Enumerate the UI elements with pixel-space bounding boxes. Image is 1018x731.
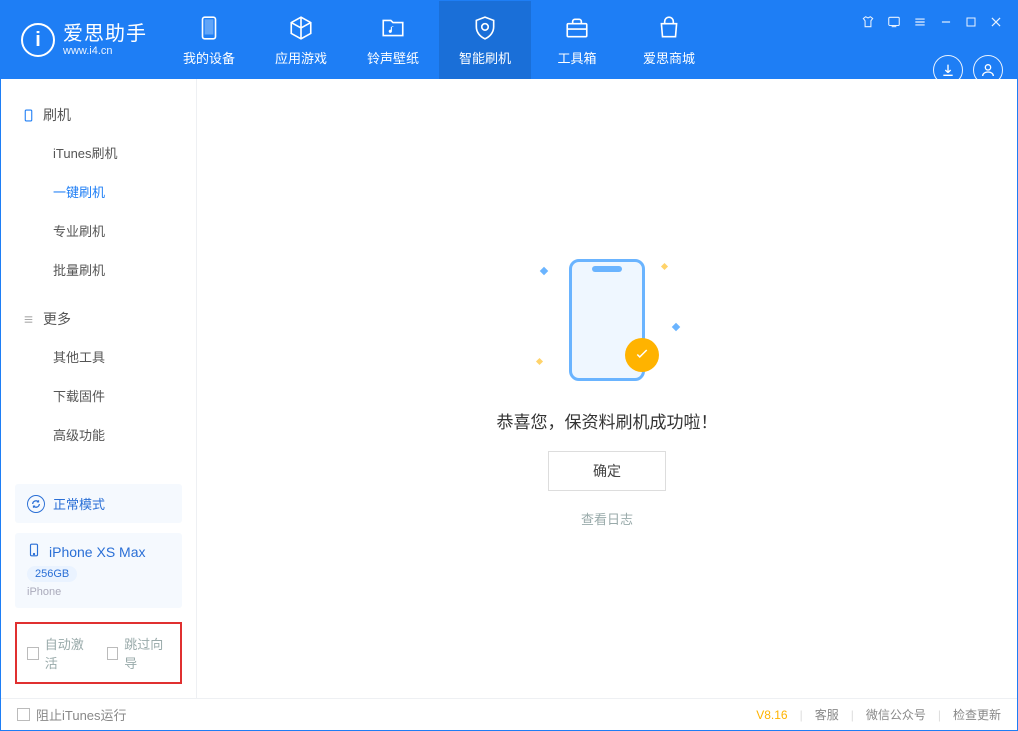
check-update-link[interactable]: 检查更新 — [953, 706, 1001, 723]
nav-tab-toolbox[interactable]: 工具箱 — [531, 1, 623, 79]
device-name: iPhone XS Max — [49, 544, 146, 560]
device-mode-label: 正常模式 — [53, 494, 105, 513]
device-icon — [27, 543, 41, 560]
bag-icon — [655, 14, 683, 42]
phone-icon — [195, 14, 223, 42]
minimize-icon[interactable] — [939, 15, 953, 29]
menu-icon[interactable] — [913, 15, 927, 29]
header-controls — [861, 15, 1003, 29]
ok-button[interactable]: 确定 — [548, 451, 666, 491]
options-highlight-box: 自动激活 跳过向导 — [15, 622, 182, 684]
device-type: iPhone — [27, 586, 170, 598]
wechat-link[interactable]: 微信公众号 — [866, 706, 926, 723]
feedback-icon[interactable] — [887, 15, 901, 29]
app-subtitle: www.i4.cn — [63, 45, 147, 57]
success-illustration — [537, 250, 677, 390]
nav-tab-flash[interactable]: 智能刷机 — [439, 1, 531, 79]
nav-label: 工具箱 — [557, 48, 596, 67]
checkbox-icon — [107, 647, 119, 660]
nav-tab-store[interactable]: 爱思商城 — [623, 1, 715, 79]
nav-label: 铃声壁纸 — [367, 48, 419, 67]
device-storage-badge: 256GB — [27, 566, 77, 582]
device-mode-box[interactable]: 正常模式 — [15, 484, 182, 523]
sidebar-item-oneclick-flash[interactable]: 一键刷机 — [1, 172, 196, 211]
block-itunes-checkbox[interactable]: 阻止iTunes运行 — [17, 705, 127, 724]
sidebar-section-more: 更多 — [1, 301, 196, 337]
auto-activate-checkbox[interactable]: 自动激活 — [27, 634, 91, 672]
shield-icon — [471, 14, 499, 42]
cube-icon — [287, 14, 315, 42]
sidebar-item-download-firmware[interactable]: 下载固件 — [1, 376, 196, 415]
sidebar-section-flash: 刷机 — [1, 97, 196, 133]
sidebar-item-itunes-flash[interactable]: iTunes刷机 — [1, 133, 196, 172]
nav-label: 智能刷机 — [459, 48, 511, 67]
sidebar-item-pro-flash[interactable]: 专业刷机 — [1, 211, 196, 250]
tshirt-icon[interactable] — [861, 15, 875, 29]
skip-guide-checkbox[interactable]: 跳过向导 — [107, 634, 171, 672]
briefcase-icon — [563, 14, 591, 42]
sidebar-item-other-tools[interactable]: 其他工具 — [1, 337, 196, 376]
nav-label: 我的设备 — [183, 48, 235, 67]
phone-small-icon — [21, 108, 35, 122]
main-content: 恭喜您，保资料刷机成功啦！ 确定 查看日志 — [197, 79, 1017, 698]
user-button[interactable] — [973, 55, 1003, 85]
check-circle-icon — [625, 338, 659, 372]
maximize-icon[interactable] — [965, 15, 977, 29]
logo-area: i 爱思助手 www.i4.cn — [1, 1, 163, 79]
download-button[interactable] — [933, 55, 963, 85]
nav-tab-apps[interactable]: 应用游戏 — [255, 1, 347, 79]
app-title: 爱思助手 — [63, 23, 147, 45]
version-label: V8.16 — [756, 708, 787, 722]
list-icon — [21, 312, 35, 326]
sidebar: 刷机 iTunes刷机 一键刷机 专业刷机 批量刷机 更多 其他工具 下载固件 … — [1, 79, 197, 698]
checkbox-icon — [27, 647, 39, 660]
view-log-link[interactable]: 查看日志 — [581, 509, 633, 528]
nav-tab-device[interactable]: 我的设备 — [163, 1, 255, 79]
device-info-box[interactable]: iPhone XS Max 256GB iPhone — [15, 533, 182, 608]
sidebar-item-advanced[interactable]: 高级功能 — [1, 415, 196, 454]
nav-tab-ringtone[interactable]: 铃声壁纸 — [347, 1, 439, 79]
sidebar-item-batch-flash[interactable]: 批量刷机 — [1, 250, 196, 289]
mode-icon — [27, 495, 45, 513]
nav-label: 爱思商城 — [643, 48, 695, 67]
logo-icon: i — [21, 23, 55, 57]
nav-tabs: 我的设备 应用游戏 铃声壁纸 智能刷机 工具箱 爱思商城 — [163, 1, 715, 79]
main-body: 刷机 iTunes刷机 一键刷机 专业刷机 批量刷机 更多 其他工具 下载固件 … — [1, 79, 1017, 698]
checkbox-icon — [17, 708, 30, 721]
music-folder-icon — [379, 14, 407, 42]
success-message: 恭喜您，保资料刷机成功啦！ — [497, 408, 718, 433]
footer: 阻止iTunes运行 V8.16 | 客服 | 微信公众号 | 检查更新 — [1, 698, 1017, 730]
close-icon[interactable] — [989, 15, 1003, 29]
app-header: i 爱思助手 www.i4.cn 我的设备 应用游戏 铃声壁纸 智能刷机 工具箱 — [1, 1, 1017, 79]
support-link[interactable]: 客服 — [815, 706, 839, 723]
nav-label: 应用游戏 — [275, 48, 327, 67]
